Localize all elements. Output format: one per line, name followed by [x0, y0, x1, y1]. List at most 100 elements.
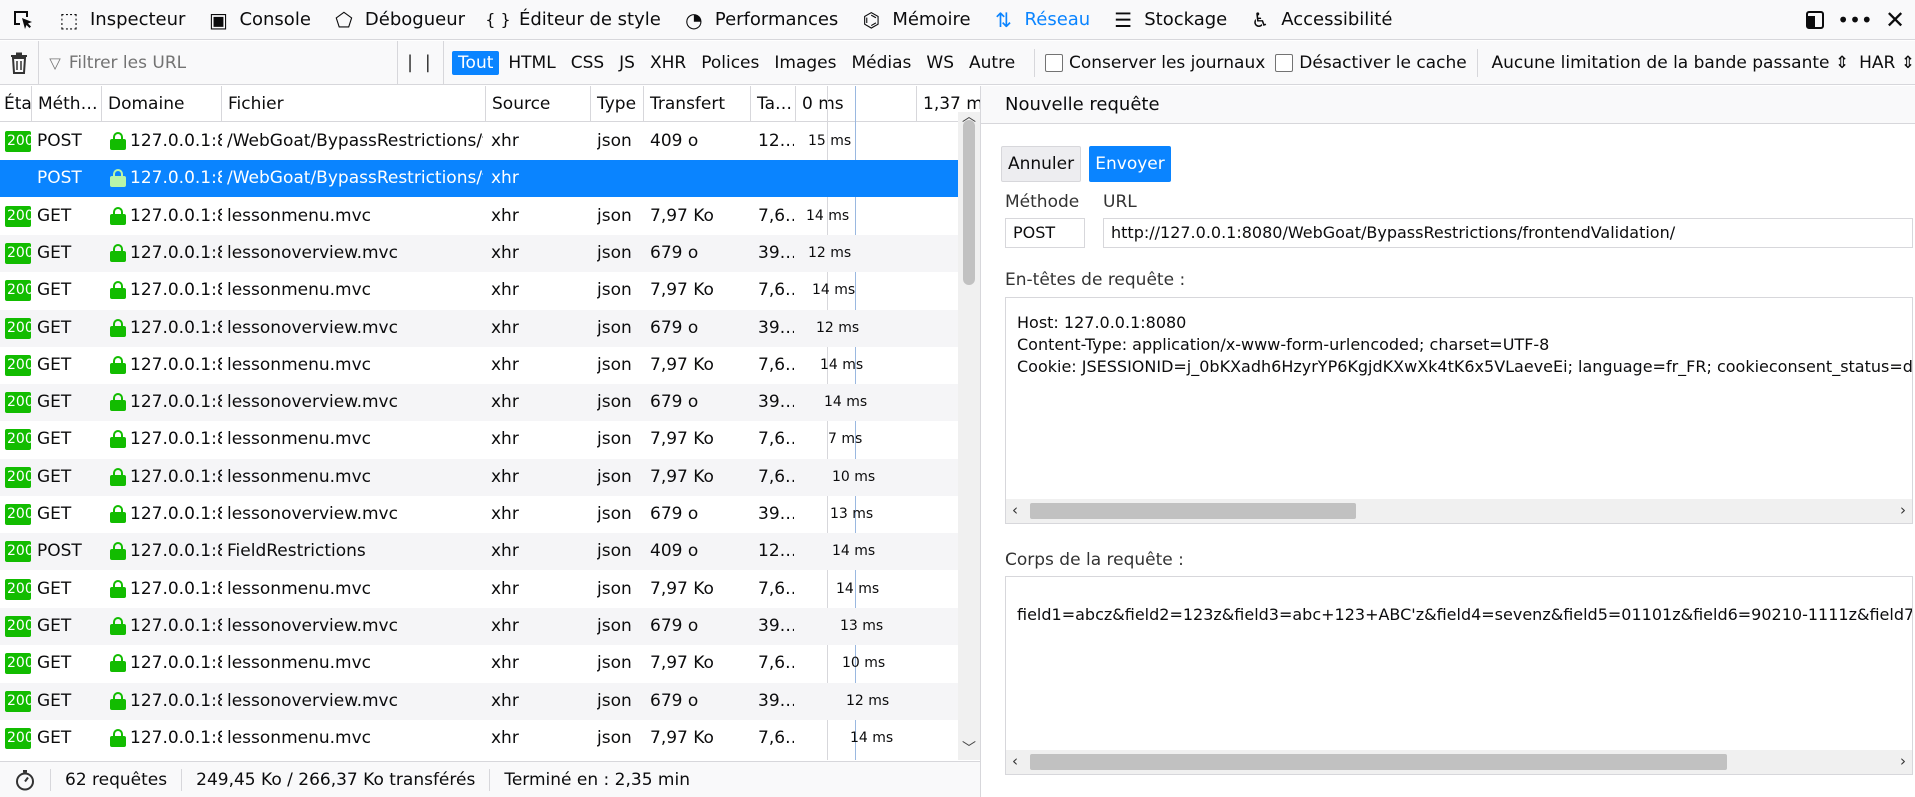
tab-network[interactable]: ⇅ Réseau: [981, 0, 1101, 40]
filter-images[interactable]: Images: [768, 51, 842, 75]
request-headers-textarea[interactable]: Host: 127.0.0.1:8080 Content-Type: applic…: [1005, 297, 1913, 524]
lock-icon: [110, 691, 126, 710]
tab-style-editor[interactable]: { } Éditeur de style: [475, 0, 671, 40]
filter-tout[interactable]: Tout: [452, 50, 500, 75]
cell-type: json: [597, 242, 632, 263]
tab-performance[interactable]: ◔ Performances: [671, 0, 848, 40]
element-picker-button[interactable]: [0, 0, 46, 40]
tab-debugger[interactable]: ⬠ Débogueur: [321, 0, 475, 40]
table-row[interactable]: 200 GET 127.0.0.1:8…lessonmenu.mvc xhr json 7…: [0, 458, 958, 496]
cell-method: GET: [37, 392, 72, 413]
request-list-scrollbar[interactable]: ︿ ﹀: [958, 109, 980, 760]
pause-button[interactable]: | |: [396, 40, 445, 85]
body-horizontal-scrollbar[interactable]: ‹ ›: [1006, 750, 1912, 774]
url-label: URL: [1103, 192, 1137, 212]
request-body-content: field1=abcz&field2=123z&field3=abc+123+A…: [1017, 605, 1913, 624]
cell-timing: 13 ms: [830, 506, 874, 522]
table-row[interactable]: 200 GET 127.0.0.1:8…lessonoverview.mvc xhr j…: [0, 234, 958, 272]
disable-cache-box[interactable]: [1275, 53, 1294, 72]
cell-type: json: [597, 392, 632, 413]
headers-horizontal-scrollbar[interactable]: ‹ ›: [1006, 499, 1912, 523]
performance-analysis-button[interactable]: [0, 769, 50, 791]
cell-source: xhr: [491, 466, 519, 487]
tab-storage[interactable]: ☰ Stockage: [1100, 0, 1237, 40]
column-waterfall[interactable]: 0 ms: [796, 86, 916, 122]
throttling-select[interactable]: Aucune limitation de la bande passante ⇕: [1491, 53, 1849, 73]
filter-js[interactable]: JS: [613, 51, 641, 75]
table-row[interactable]: 200 POST 127.0.0.1:8…/WebGoat/BypassRestri…: [0, 123, 958, 160]
table-row[interactable]: 200 GET 127.0.0.1:8…lessonmenu.mvc xhr json 7…: [0, 198, 958, 235]
column-transfer[interactable]: Transfert: [644, 86, 751, 122]
memory-icon: ⌬: [862, 7, 881, 32]
table-row[interactable]: 200 GET 127.0.0.1:8…lessonmenu.mvc xhr json 7…: [0, 272, 958, 309]
disable-cache-checkbox[interactable]: Désactiver le cache: [1275, 53, 1467, 73]
column-file[interactable]: Fichier: [222, 86, 486, 122]
har-menu[interactable]: HAR ⇕: [1859, 53, 1915, 73]
method-input[interactable]: POST: [1005, 218, 1085, 248]
table-row[interactable]: 200 GET 127.0.0.1:8…lessonmenu.mvc xhr json 7…: [0, 421, 958, 458]
filter-autre[interactable]: Autre: [963, 51, 1021, 75]
cell-file: /WebGoat/BypassRestrictions/fro…: [227, 131, 483, 151]
scroll-down-icon[interactable]: ﹀: [962, 738, 976, 758]
filter-ws[interactable]: WS: [920, 51, 960, 75]
scroll-left-icon[interactable]: ‹: [1012, 752, 1018, 770]
stopwatch-icon: [16, 769, 34, 790]
column-size[interactable]: Ta…: [751, 86, 796, 122]
cell-type: json: [597, 317, 632, 338]
table-row[interactable]: 200 GET 127.0.0.1:8…lessonoverview.mvc xhr j…: [0, 496, 958, 533]
table-row[interactable]: POST 127.0.0.1:8…/WebGoat/BypassRestricti…: [0, 160, 958, 198]
column-source[interactable]: Source: [486, 86, 591, 122]
url-input[interactable]: http://127.0.0.1:8080/WebGoat/BypassRest…: [1103, 218, 1913, 248]
filter-médias[interactable]: Médias: [845, 51, 917, 75]
tab-label: Débogueur: [364, 9, 465, 30]
tab-accessibility[interactable]: ♿ Accessibilité: [1237, 0, 1402, 40]
scroll-left-icon[interactable]: ‹: [1012, 501, 1018, 519]
column-domain[interactable]: Domaine: [102, 86, 222, 122]
status-badge: 200: [5, 131, 31, 152]
scrollbar-thumb[interactable]: [963, 120, 975, 285]
column-type[interactable]: Type: [591, 86, 644, 122]
scroll-right-icon[interactable]: ›: [1900, 501, 1906, 519]
url-filter-input[interactable]: ▽ Filtrer les URL: [39, 48, 396, 78]
filter-html[interactable]: HTML: [502, 51, 561, 75]
table-row[interactable]: 200 GET 127.0.0.1:8…lessonoverview.mvc xhr j…: [0, 607, 958, 645]
column-method[interactable]: Méth…: [32, 86, 102, 122]
persist-logs-checkbox[interactable]: Conserver les journaux: [1044, 53, 1265, 73]
more-options-button[interactable]: •••: [1835, 0, 1875, 40]
cell-method: GET: [37, 653, 72, 674]
table-row[interactable]: 200 POST 127.0.0.1:8…FieldRestrictions xhr j…: [0, 533, 958, 571]
filter-css[interactable]: CSS: [565, 51, 610, 75]
table-row[interactable]: 200 GET 127.0.0.1:8…lessonoverview.mvc xhr j…: [0, 384, 958, 422]
table-row[interactable]: 200 GET 127.0.0.1:8…lessonmenu.mvc xhr json 7…: [0, 645, 958, 682]
dock-side-button[interactable]: [1795, 0, 1835, 40]
cell-type: json: [597, 354, 632, 375]
clear-button[interactable]: [0, 40, 40, 85]
status-badge: 200: [5, 280, 31, 302]
filter-xhr[interactable]: XHR: [644, 51, 692, 75]
table-row[interactable]: 200 GET 127.0.0.1:8…lessonoverview.mvc xhr j…: [0, 682, 958, 720]
tab-inspector[interactable]: ⬚ Inspecteur: [46, 0, 195, 40]
cell-timing: 14 ms: [832, 543, 876, 560]
filter-polices[interactable]: Polices: [695, 51, 765, 75]
table-row[interactable]: 200 GET 127.0.0.1:8…lessonmenu.mvc xhr json 7…: [0, 720, 958, 757]
body-scroll-thumb[interactable]: [1030, 754, 1727, 770]
cell-file: lessonoverview.mvc: [227, 504, 398, 524]
scroll-right-icon[interactable]: ›: [1900, 752, 1906, 770]
table-row[interactable]: 200 GET 127.0.0.1:8…lessonmenu.mvc xhr json 7…: [0, 347, 958, 384]
tab-memory[interactable]: ⌬ Mémoire: [848, 0, 980, 40]
persist-logs-box[interactable]: [1044, 53, 1063, 72]
cancel-button[interactable]: Annuler: [1001, 146, 1081, 182]
request-body-textarea[interactable]: field1=abcz&field2=123z&field3=abc+123+A…: [1005, 576, 1913, 775]
table-row[interactable]: 200 GET 127.0.0.1:8…lessonoverview.mvc xhr j…: [0, 309, 958, 347]
headers-scroll-thumb[interactable]: [1030, 503, 1356, 519]
cell-domain: 127.0.0.1:8…: [130, 727, 222, 748]
table-row[interactable]: 200 GET 127.0.0.1:8…lessonmenu.mvc xhr json 7…: [0, 571, 958, 608]
tab-console[interactable]: ▣ Console: [195, 0, 320, 40]
column-status[interactable]: État: [0, 86, 32, 122]
cell-size: 7,6…: [758, 727, 794, 748]
send-button[interactable]: Envoyer: [1089, 146, 1171, 182]
close-devtools-button[interactable]: ✕: [1875, 0, 1915, 40]
cell-source: xhr: [491, 205, 519, 226]
cell-timing: 12 ms: [808, 244, 852, 261]
cell-transfer: 7,97 Ko: [650, 280, 714, 301]
